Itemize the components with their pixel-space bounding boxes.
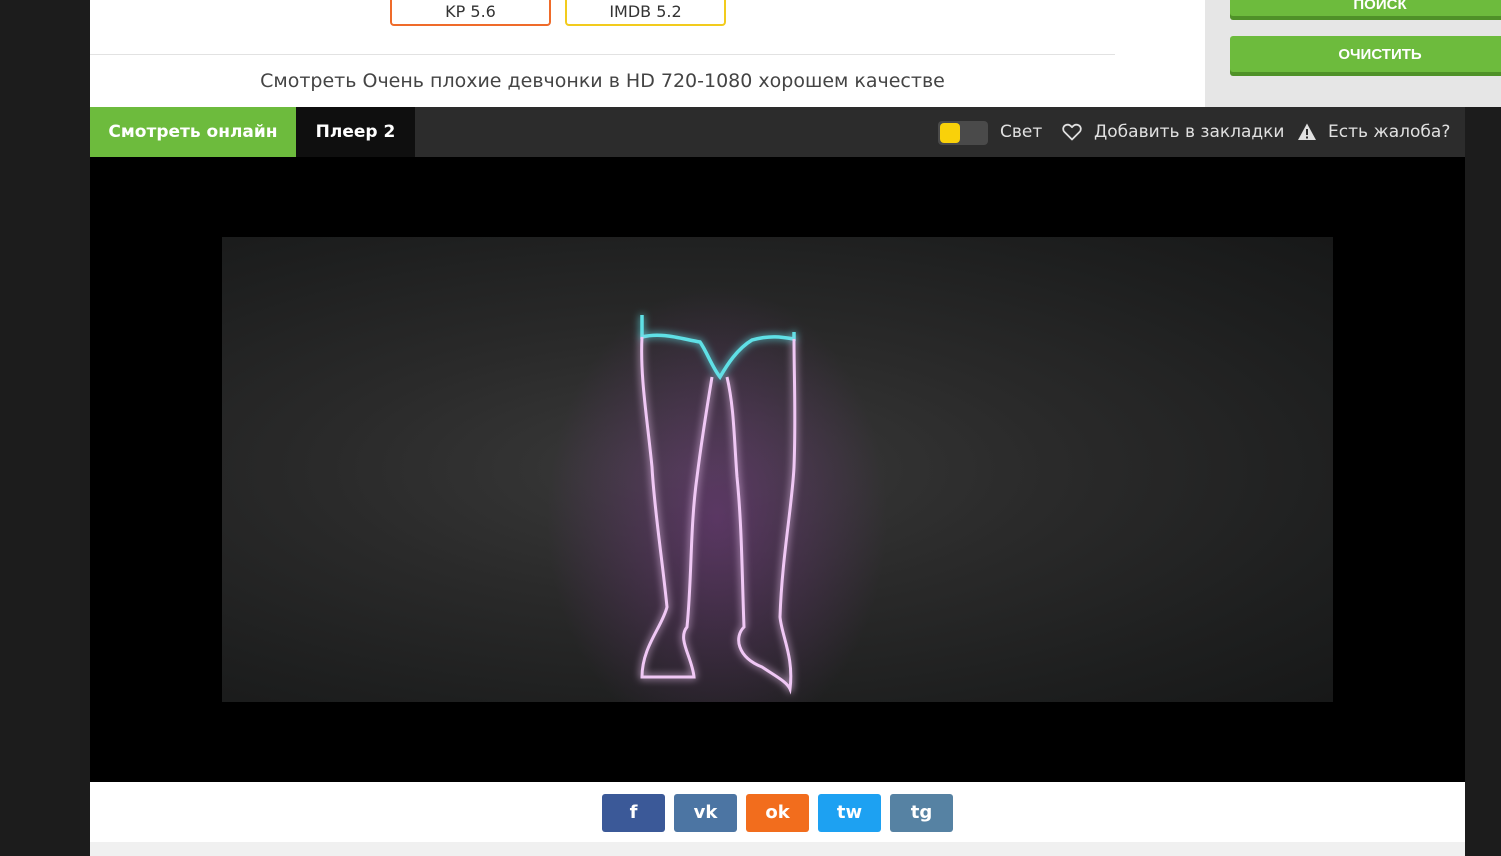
toggle-knob [940, 123, 960, 143]
light-label[interactable]: Свет [1000, 107, 1042, 157]
light-toggle[interactable] [938, 121, 988, 145]
warning-icon[interactable] [1297, 122, 1317, 142]
video-frame[interactable] [222, 237, 1333, 702]
share-bar: f vk ok tw tg [90, 782, 1465, 842]
player-tabbar: Смотреть онлайн Плеер 2 Свет Добавить в … [90, 107, 1465, 157]
facebook-share-button[interactable]: f [602, 794, 665, 832]
ok-share-button[interactable]: ok [746, 794, 809, 832]
tab-watch-online[interactable]: Смотреть онлайн [90, 107, 296, 157]
heart-icon[interactable] [1062, 123, 1082, 141]
kp-rating-badge: KP 5.6 [390, 0, 551, 26]
vk-share-button[interactable]: vk [674, 794, 737, 832]
neon-legs-image [547, 287, 887, 702]
page-content: KP 5.6 IMDB 5.2 Смотреть Очень плохие де… [90, 0, 1501, 856]
tab-player-2[interactable]: Плеер 2 [296, 107, 415, 157]
search-button[interactable]: ПОИСК [1230, 0, 1501, 16]
complaint-link[interactable]: Есть жалоба? [1328, 107, 1450, 157]
sidebar-filter: ПОИСК ОЧИСТИТЬ [1205, 0, 1501, 107]
twitter-share-button[interactable]: tw [818, 794, 881, 832]
telegram-share-button[interactable]: tg [890, 794, 953, 832]
imdb-rating-badge: IMDB 5.2 [565, 0, 726, 26]
video-player[interactable] [90, 157, 1465, 782]
watch-title: Смотреть Очень плохие девчонки в HD 720-… [260, 70, 945, 92]
footer-strip [90, 842, 1465, 856]
bookmark-link[interactable]: Добавить в закладки [1094, 107, 1284, 157]
clear-button[interactable]: ОЧИСТИТЬ [1230, 36, 1501, 72]
